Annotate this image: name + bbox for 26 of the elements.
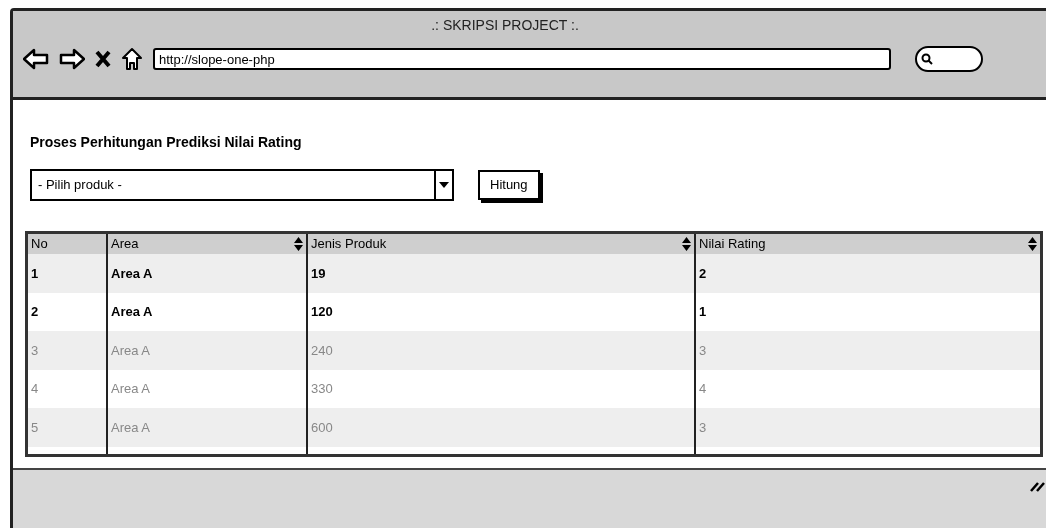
home-icon[interactable] — [121, 47, 143, 71]
search-icon — [921, 53, 933, 65]
sort-icon[interactable] — [294, 237, 303, 251]
forward-arrow-icon[interactable] — [59, 48, 85, 70]
caret-icon — [439, 182, 449, 188]
address-field[interactable]: http://slope-one-php — [153, 48, 891, 70]
product-dropdown[interactable]: - Pilih produk - — [30, 169, 454, 201]
search-field[interactable] — [915, 46, 983, 72]
sort-icon[interactable] — [1028, 237, 1037, 251]
table-cell-text: 4 — [30, 380, 40, 398]
page-heading: Proses Perhitungan Prediksi Nilai Rating — [30, 133, 303, 152]
table-cell-text: 3 — [30, 341, 40, 360]
column-header[interactable]: No — [28, 234, 106, 254]
dropdown-value: - Pilih produk - — [37, 176, 123, 195]
close-icon[interactable] — [95, 50, 111, 68]
table-cell: 600 — [306, 408, 694, 447]
hitung-button[interactable]: Hitung — [478, 170, 540, 200]
table-cell-text: 1 — [30, 264, 40, 283]
window-title: .: SKRIPSI PROJECT :. — [431, 16, 579, 35]
sort-icon[interactable] — [682, 237, 691, 251]
table-cell-text: 5 — [30, 418, 40, 437]
back-arrow-icon[interactable] — [23, 48, 49, 70]
table-cell: Area A — [106, 408, 306, 447]
table-cell-text: 2 — [30, 303, 40, 321]
table-cell: 3 — [694, 408, 1040, 447]
table-row[interactable]: 1 Area A 19 2 — [28, 254, 1040, 293]
